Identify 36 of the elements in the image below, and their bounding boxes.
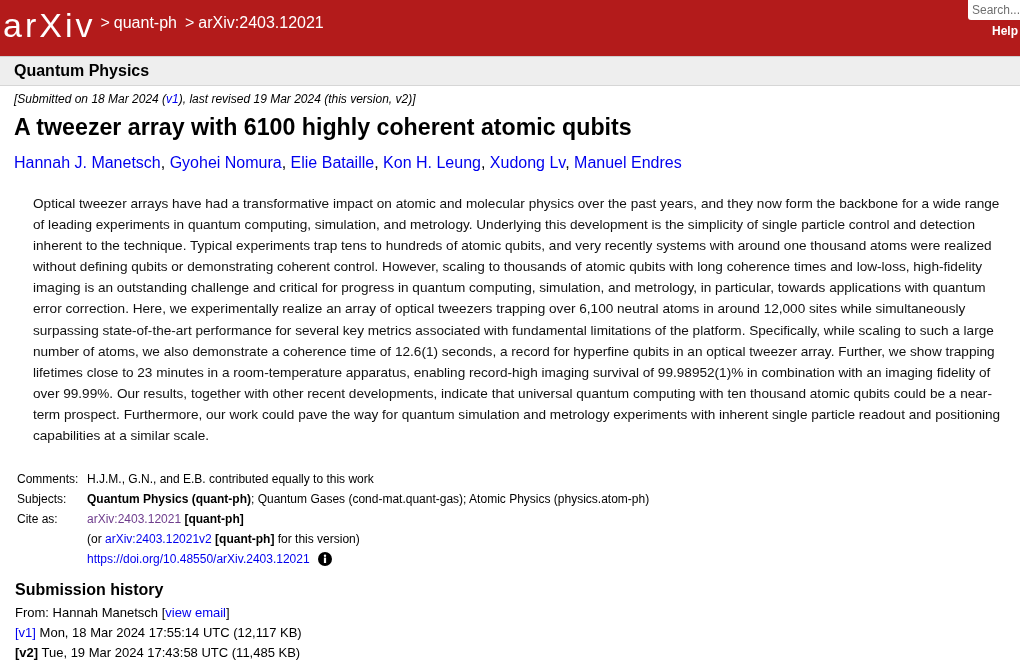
breadcrumb-separator: > bbox=[185, 14, 195, 32]
help-link[interactable]: Help bbox=[992, 24, 1018, 38]
submission-note: [Submitted on 18 Mar 2024 (v1), last revised 19 Mar 2024 (this version, v2)] bbox=[14, 92, 416, 106]
metadata-value: (or arXiv:2403.12021v2 [quant-ph] for this version) bbox=[87, 529, 1006, 550]
site-logo[interactable]: arXiv bbox=[3, 5, 96, 45]
citation-link[interactable]: https://doi.org/10.48550/arXiv.2403.12021 bbox=[87, 549, 310, 570]
author-link[interactable]: Gyohei Nomura bbox=[169, 154, 282, 171]
metadata-value: Quantum Physics (quant-ph); Quantum Gases (cond-mat.quant-gas); Atomic Physics (physics.atom-ph) bbox=[87, 491, 651, 509]
author-link[interactable]: Elie Bataille bbox=[290, 154, 375, 171]
version-link[interactable]: v1 bbox=[166, 92, 179, 106]
history-entry: [v2] Tue, 19 Mar 2024 17:43:58 UTC (11,485 KB) bbox=[15, 644, 302, 663]
citation-link[interactable]: arXiv:2403.12021v2 bbox=[105, 529, 212, 550]
breadcrumb-current: arXiv:2403.12021 bbox=[198, 14, 324, 32]
citation-link[interactable]: arXiv:2403.12021 bbox=[87, 509, 182, 530]
metadata-label: Subjects: bbox=[17, 491, 68, 509]
abstract-text: Optical tweezer arrays have had a transformative impact on atomic and molecular physics over the past years, and they now form the backbone for a wide range of leading experiments in quantum computing, simulation, and metrology. Underlying this development is the simplicity of single particle control and detection inherent to the technique. Typical experiments trap tens to hundreds of atomic qubits, and very recently systems with around one thousand atoms were realized without defining qubits or demonstrating coherent control. However, scaling to thousands of atomic qubits with long coherence times and low-loss, high-fidelity imaging is an outstanding challenge and critical for progress in quantum computing, simulation, and metrology, in particular, towards applications with quantum error correction. Here, we experimentally realize an array of optical tweezers trapping over 6,100 neutral atoms in around 12,000 sites while simultaneously surpassing state-of-the-art performance for several key metrics associated with fundamental limitations of the platform. Specifically, while scaling to such a large number of atoms, we also demonstrate a coherence time of 12.6(1) seconds, a record for hyperfine qubits in an optical tweezer array. Further, we show trapping lifetimes close to 23 minutes in a room-temperature apparatus, enabling record-high imaging survival of 99.98952(1)% in combination with an imaging fidelity of over 99.99%. Our results, together with other recent developments, indicate that universal quantum computing with ten thousand atomic qubits could be a near-term prospect. Furthermore, our work could pave the way for quantum simulation and metrology experiments with inherent single particle readout and positioning capabilities at a similar scale. bbox=[33, 195, 1002, 446]
metadata-value: H.J.M., G.N., and E.B. contributed equally to this work bbox=[87, 471, 375, 489]
author-link[interactable]: Hannah J. Manetsch bbox=[14, 154, 161, 171]
info-icon[interactable] bbox=[317, 552, 332, 567]
breadcrumb-separator: > bbox=[100, 14, 110, 32]
category-title: Quantum Physics bbox=[14, 62, 150, 79]
author-list: Hannah J. Manetsch, Gyohei Nomura, Elie Bataille, Kon H. Leung, Xudong Lv, Manuel Endres bbox=[14, 152, 1006, 174]
author-link[interactable]: Xudong Lv bbox=[489, 154, 566, 171]
metadata-label: Comments: bbox=[17, 471, 80, 489]
metadata-label: Cite as: bbox=[17, 511, 59, 529]
history-link[interactable]: view email bbox=[165, 603, 226, 624]
metadata-value: arXiv:2403.12021 [quant-ph] bbox=[87, 509, 1006, 530]
history-link[interactable]: [v1] bbox=[15, 623, 36, 644]
author-link[interactable]: Manuel Endres bbox=[574, 154, 682, 171]
author-link[interactable]: Kon H. Leung bbox=[383, 154, 481, 171]
history-entry: [v1] Mon, 18 Mar 2024 17:55:14 UTC (12,117 KB) bbox=[15, 623, 1006, 644]
history-entry: From: Hannah Manetsch [view email] bbox=[15, 603, 1006, 624]
paper-title: A tweezer array with 6100 highly coherent atomic qubits bbox=[14, 113, 633, 141]
section-heading: Submission history bbox=[15, 580, 165, 601]
breadcrumb-link[interactable]: quant-ph bbox=[113, 14, 177, 32]
search-field[interactable]: Search... bbox=[968, 0, 1020, 20]
